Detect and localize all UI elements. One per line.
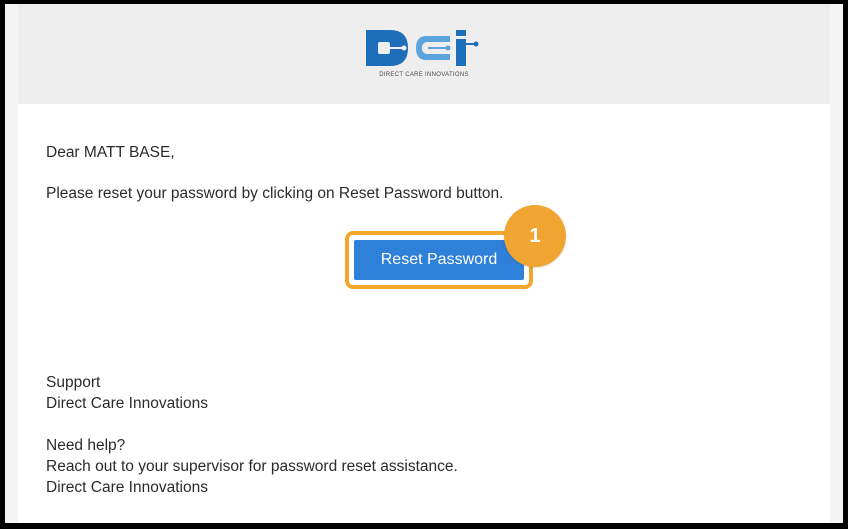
left-margin — [5, 4, 18, 523]
email-header: DIRECT CARE INNOVATIONS — [18, 4, 830, 104]
dci-logo-mark — [366, 30, 479, 66]
help-heading: Need help? — [46, 437, 126, 454]
right-margin — [830, 4, 843, 523]
email-content: Dear MATT BASE, Please reset your passwo… — [18, 104, 830, 523]
step-callout-badge: 1 — [504, 205, 566, 267]
reset-password-button[interactable]: Reset Password — [354, 240, 524, 280]
greeting-text: Dear MATT BASE, — [46, 144, 175, 161]
signature-line: Support — [46, 374, 101, 391]
instructions-text: Please reset your password by clicking o… — [46, 185, 504, 202]
logo-tagline: DIRECT CARE INNOVATIONS — [379, 72, 469, 78]
help-company: Direct Care Innovations — [46, 479, 208, 496]
screenshot-frame: DIRECT CARE INNOVATIONS Dear MATT BASE, … — [0, 0, 848, 529]
signature-line: Direct Care Innovations — [46, 395, 208, 412]
help-text: Reach out to your supervisor for passwor… — [46, 458, 458, 475]
dci-logo: DIRECT CARE INNOVATIONS — [349, 26, 499, 86]
email-body: DIRECT CARE INNOVATIONS Dear MATT BASE, … — [5, 4, 843, 523]
